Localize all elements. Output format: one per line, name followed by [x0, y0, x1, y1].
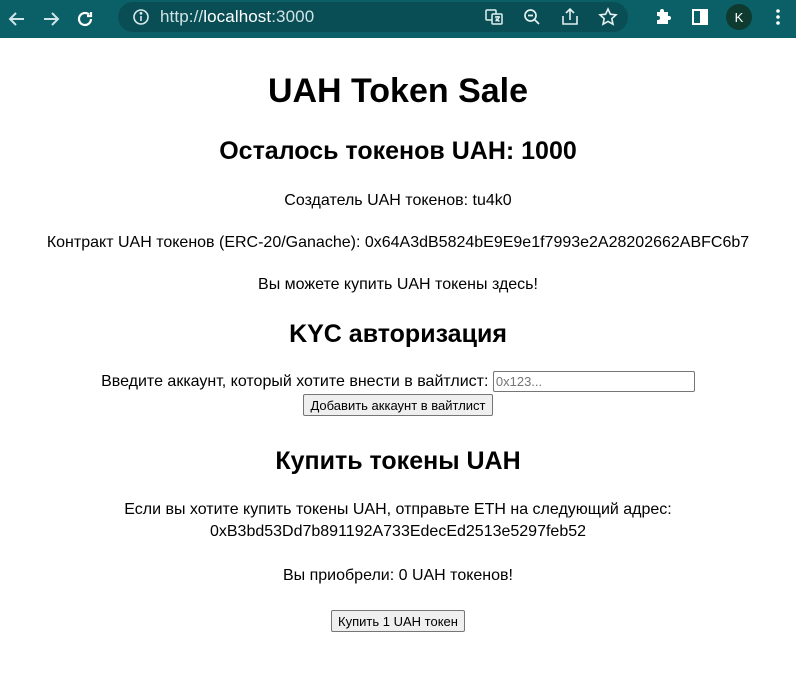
buy-tokens-heading: Купить токены UAH	[275, 447, 521, 475]
kyc-label: Введите аккаунт, который хотите внести в…	[101, 373, 489, 390]
avatar[interactable]: K	[726, 4, 752, 30]
forward-arrow-icon[interactable]	[34, 2, 68, 36]
page-title: UAH Token Sale	[267, 72, 529, 110]
browser-toolbar: http://localhost:3000 K	[0, 0, 796, 38]
add-to-whitelist-button[interactable]: Добавить аккаунт в вайтлист	[303, 394, 493, 416]
share-icon[interactable]	[560, 7, 580, 27]
reload-icon[interactable]	[68, 2, 102, 36]
tokens-bought-text: Вы приобрели: 0 UAH токенов!	[283, 567, 513, 584]
whitelist-account-input[interactable]	[492, 371, 695, 393]
url-text: http://localhost:3000	[160, 7, 315, 26]
puzzle-icon[interactable]	[654, 7, 674, 27]
sale-address-text: 0xB3bd53Dd7b891192A733EdecEd2513e5297feb…	[209, 523, 587, 540]
kyc-heading: KYC авторизация	[289, 320, 507, 348]
star-icon[interactable]	[598, 7, 618, 27]
translate-icon[interactable]	[484, 7, 504, 27]
back-arrow-icon[interactable]	[0, 2, 34, 36]
info-icon[interactable]	[132, 8, 150, 26]
zoom-out-icon[interactable]	[522, 7, 542, 27]
side-panel-icon[interactable]	[690, 7, 710, 27]
kebab-menu-icon[interactable]	[768, 7, 788, 27]
page-content: UAH Token Sale Осталось токенов UAH: 100…	[0, 72, 796, 632]
buy-here-text: Вы можете купить UAH токены здесь!	[258, 276, 538, 293]
send-eth-instruction: Если вы хотите купить токены UAH, отправ…	[124, 501, 672, 518]
address-bar[interactable]: http://localhost:3000	[118, 2, 628, 32]
buy-token-button[interactable]: Купить 1 UAH токен	[331, 610, 465, 632]
creator-text: Создатель UAH токенов: tu4k0	[284, 192, 512, 209]
kyc-form: Введите аккаунт, который хотите внести в…	[12, 371, 784, 393]
tokens-remaining-heading: Осталось токенов UAH: 1000	[219, 137, 577, 165]
contract-address-text: Контракт UAH токенов (ERC-20/Ganache): 0…	[46, 234, 750, 251]
